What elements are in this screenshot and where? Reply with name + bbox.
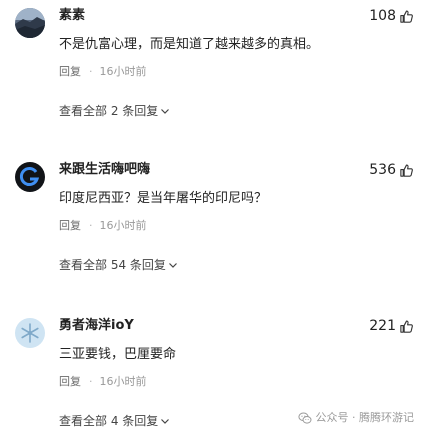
chevron-down-icon [168, 260, 178, 270]
avatar[interactable] [15, 162, 45, 192]
like-button[interactable]: 108 [369, 8, 414, 24]
meta-separator: · [89, 219, 93, 232]
username[interactable]: 勇者海洋ioY [59, 318, 134, 334]
comment-item: 来跟生活嗨吧嗨 536 印度尼西亚？是当年屠华的印尼吗？ 回复 · 16小时前 … [0, 162, 426, 272]
watermark-text: 公众号 · 腾腾环游记 [315, 411, 415, 424]
comment-text: 不是仇富心理，而是知道了越来越多的真相。 [59, 37, 320, 52]
view-replies-label: 查看全部 4 条回复 [59, 414, 159, 428]
reply-button[interactable]: 回复 [59, 219, 81, 233]
like-button[interactable]: 221 [369, 318, 414, 334]
comment-text: 印度尼西亚？是当年屠华的印尼吗？ [59, 191, 268, 206]
meta-separator: · [89, 65, 93, 78]
like-count: 536 [369, 162, 396, 178]
view-replies-label: 查看全部 54 条回复 [59, 258, 166, 272]
reply-button[interactable]: 回复 [59, 375, 81, 389]
timestamp: 16小时前 [99, 219, 147, 232]
view-replies-label: 查看全部 2 条回复 [59, 104, 159, 118]
chevron-down-icon [160, 106, 170, 116]
thumbs-up-icon [399, 9, 414, 24]
timestamp: 16小时前 [99, 65, 147, 78]
view-replies-link[interactable]: 查看全部 2 条回复 [59, 103, 170, 119]
like-count: 221 [369, 318, 396, 334]
like-button[interactable]: 536 [369, 162, 414, 178]
comment-meta: 回复 · 16小时前 [59, 65, 147, 79]
wechat-icon [297, 411, 312, 425]
comment-text: 三亚要钱，巴厘要命 [59, 347, 177, 362]
thumbs-up-icon [399, 319, 414, 334]
view-replies-link[interactable]: 查看全部 4 条回复 [59, 413, 170, 429]
avatar[interactable] [15, 318, 45, 348]
comment-meta: 回复 · 16小时前 [59, 375, 147, 389]
timestamp: 16小时前 [99, 375, 147, 388]
watermark: 公众号 · 腾腾环游记 [297, 411, 415, 425]
comment-meta: 回复 · 16小时前 [59, 219, 147, 233]
avatar[interactable] [15, 8, 45, 38]
avatar-snowflake-icon [15, 318, 45, 348]
meta-separator: · [89, 375, 93, 388]
username[interactable]: 来跟生活嗨吧嗨 [59, 162, 150, 178]
comment-item: 素素 108 不是仇富心理，而是知道了越来越多的真相。 回复 · 16小时前 查… [0, 8, 426, 118]
like-count: 108 [369, 8, 396, 24]
avatar-g-logo-icon [15, 162, 45, 192]
view-replies-link[interactable]: 查看全部 54 条回复 [59, 257, 178, 273]
thumbs-up-icon [399, 163, 414, 178]
chevron-down-icon [160, 416, 170, 426]
avatar-landscape-icon [15, 8, 45, 38]
username[interactable]: 素素 [59, 8, 85, 24]
reply-button[interactable]: 回复 [59, 65, 81, 79]
